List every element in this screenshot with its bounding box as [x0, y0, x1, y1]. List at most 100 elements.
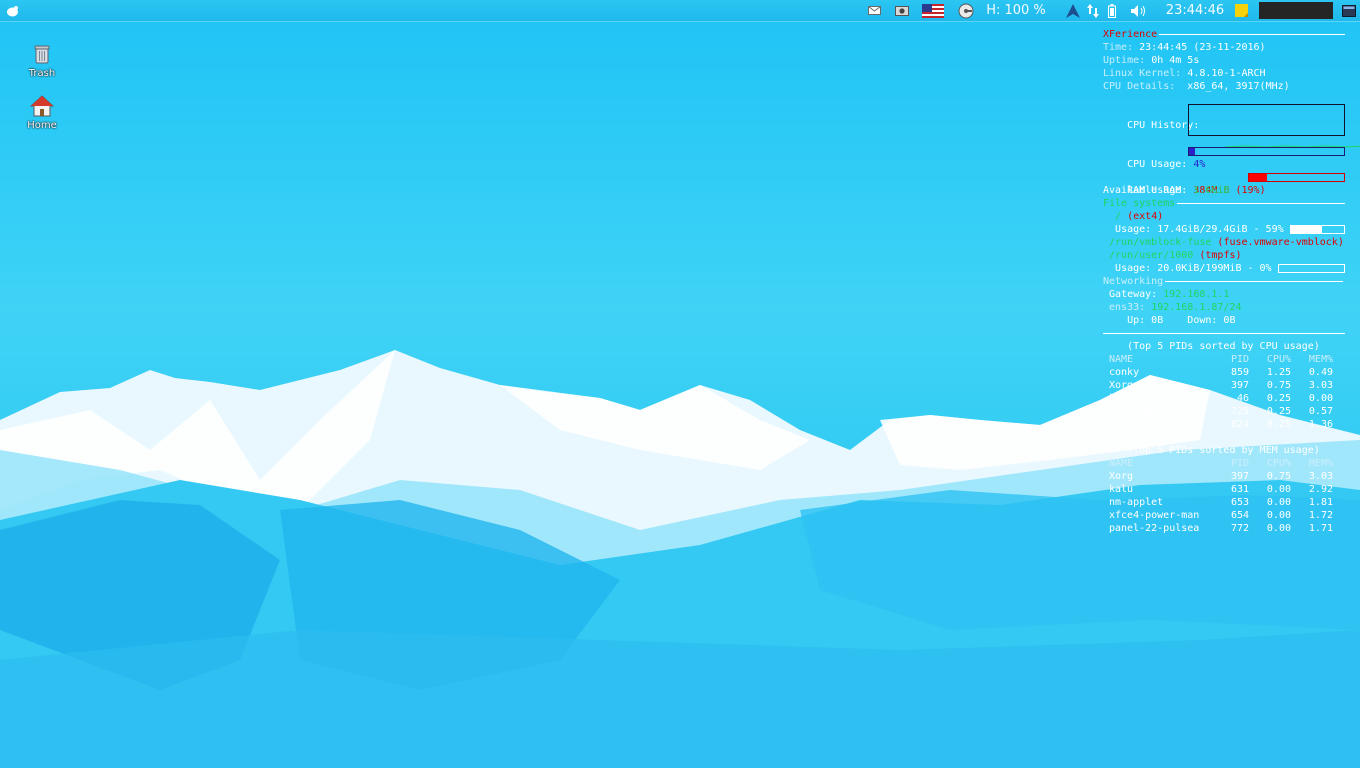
proc-cpu: 1.25 — [1266, 367, 1291, 378]
desktop-icon-home[interactable]: Home — [18, 94, 66, 131]
proc-pid: 725 — [1230, 406, 1249, 417]
proc-pid: 654 — [1230, 510, 1249, 521]
fs-root-usage-row: Usage: 17.4GiB/29.4GiB - 59% — [1103, 223, 1345, 236]
whisker-menu-button[interactable] — [4, 2, 20, 19]
proc-name: kworker — [1109, 393, 1152, 404]
cpu-usage-fill — [1189, 148, 1196, 155]
battery-icon[interactable] — [1105, 2, 1119, 19]
top-cpu-title-row: (Top 5 PIDs sorted by CPU usage) — [1103, 340, 1345, 353]
process-row: conky 859 1.25 0.49 — [1103, 366, 1345, 379]
fs-tmp-mount: /run/user/1000 — [1109, 250, 1194, 261]
keyboard-layout-flag-icon[interactable] — [921, 2, 945, 19]
kernel-value: 4.8.10-1-ARCH — [1187, 68, 1266, 79]
proc-cpu: 0.25 — [1266, 393, 1291, 404]
process-row: kalu 631 0.00 2.92 — [1103, 483, 1345, 496]
hdd-usage-text[interactable]: H: 100 % — [985, 2, 1047, 19]
network-icon[interactable] — [1085, 2, 1101, 19]
col-pid: PID — [1230, 458, 1249, 469]
avail-ram-label: Available RAM: — [1103, 185, 1188, 196]
notes-icon[interactable] — [1234, 2, 1248, 19]
conky-monitor: XFerience Time: 23:44:45 (23-11-2016) Up… — [1103, 28, 1360, 535]
workspace-switcher[interactable] — [1259, 2, 1333, 19]
show-desktop-icon[interactable] — [1341, 2, 1357, 19]
top-cpu-list: conky 859 1.25 0.49 Xorg 397 0.75 3.03 kworker 46… — [1103, 366, 1345, 431]
fs-root-fill — [1291, 226, 1323, 233]
ram-usage-bar — [1248, 173, 1345, 182]
fs-root-mount: / — [1115, 211, 1122, 222]
process-row: vmtoolsd 824 0.25 1.36 — [1103, 418, 1345, 431]
proc-cpu: 0.00 — [1266, 497, 1291, 508]
mail-icon[interactable] — [866, 2, 882, 19]
divider — [1177, 202, 1346, 204]
screenshot-icon[interactable] — [894, 2, 910, 19]
proc-cpu: 0.00 — [1266, 523, 1291, 534]
conky-title-row: XFerience — [1103, 28, 1346, 41]
fs-root-row: / (ext4) — [1103, 210, 1345, 223]
cpu-usage-bar — [1188, 147, 1345, 156]
uptime-row: Uptime: 0h 4m 5s — [1103, 54, 1345, 67]
col-cpu: CPU% — [1266, 458, 1291, 469]
top-cpu-header: NAME PID CPU% MEM% — [1103, 353, 1345, 366]
cpu-usage-label: CPU Usage: — [1127, 159, 1188, 170]
top-mem-header: NAME PID CPU% MEM% — [1103, 457, 1345, 470]
net-updown: Up: 0B Down: 0B — [1127, 315, 1236, 326]
fs-vm-row: /run/vmblock-fuse (fuse.vmware-vmblock) — [1103, 236, 1345, 249]
divider-row — [1103, 327, 1345, 340]
avail-ram-row: Available RAM: 1.6GiB — [1103, 184, 1345, 197]
fs-tmp-usage: Usage: 20.0KiB/199MiB - 0% — [1115, 263, 1272, 274]
ram-usage-fill — [1249, 174, 1268, 181]
cpu-usage-value: 4% — [1193, 159, 1206, 170]
col-cpu: CPU% — [1266, 354, 1291, 365]
col-mem: MEM% — [1308, 458, 1333, 469]
iface-label: ens33: — [1109, 302, 1146, 313]
proc-cpu: 0.25 — [1266, 419, 1291, 430]
kernel-row: Linux Kernel: 4.8.10-1-ARCH — [1103, 67, 1345, 80]
proc-name: nm-applet — [1109, 497, 1164, 508]
desktop-icon-trash[interactable]: Trash — [18, 42, 66, 79]
fs-tmp-type: (tmpfs) — [1199, 250, 1242, 261]
divider — [1165, 280, 1344, 282]
cpu-usage-row: CPU Usage: 4% — [1103, 145, 1345, 170]
process-row: Xorg 397 0.75 3.03 — [1103, 470, 1345, 483]
arch-update-icon[interactable] — [1065, 2, 1081, 19]
proc-name: Xorg — [1109, 380, 1134, 391]
uptime-value: 0h 4m 5s — [1151, 55, 1200, 66]
proc-cpu: 0.75 — [1266, 471, 1291, 482]
proc-mem: 1.72 — [1308, 510, 1333, 521]
proc-name: Xorg — [1109, 471, 1134, 482]
gateway-label: Gateway: — [1109, 289, 1158, 300]
proc-mem: 1.71 — [1308, 523, 1333, 534]
fs-root-usage: Usage: 17.4GiB/29.4GiB - 59% — [1115, 224, 1284, 235]
time-value: 23:44:45 (23-11-2016) — [1139, 42, 1266, 53]
process-row: panel-22-pulsea 772 0.00 1.71 — [1103, 522, 1345, 535]
kernel-label: Linux Kernel: — [1103, 68, 1182, 79]
home-icon — [30, 95, 54, 117]
time-label: Time: — [1103, 42, 1134, 53]
proc-name: kalu — [1109, 484, 1134, 495]
proc-pid: 824 — [1230, 419, 1249, 430]
proc-name: panel-22-pulsea — [1109, 523, 1200, 534]
top-panel: H: 100 % 23:44:46 — [0, 0, 1360, 22]
net-header-row: Networking — [1103, 275, 1345, 288]
time-row: Time: 23:44:45 (23-11-2016) — [1103, 41, 1345, 54]
proc-cpu: 0.00 — [1266, 484, 1291, 495]
trash-icon — [34, 45, 50, 64]
proc-name: conky — [1109, 367, 1140, 378]
volume-icon[interactable] — [1130, 2, 1148, 19]
divider — [1159, 33, 1346, 35]
cpu-history-row: CPU History: — [1103, 104, 1360, 148]
proc-mem: 1.81 — [1308, 497, 1333, 508]
panel-clock[interactable]: 23:44:46 — [1162, 2, 1228, 19]
cpu-history-graph — [1188, 104, 1360, 148]
process-row: tearing 725 0.25 0.57 — [1103, 405, 1345, 418]
proc-cpu: 0.25 — [1266, 406, 1291, 417]
process-row: Xorg 397 0.75 3.03 — [1103, 379, 1345, 392]
col-name: NAME — [1109, 458, 1134, 469]
hdd-temp-icon[interactable] — [957, 2, 975, 19]
cpu-details-value: x86_64, 3917(MHz) — [1187, 81, 1290, 92]
iface-value: 192.168.1.87/24 — [1151, 302, 1242, 313]
proc-name: vmtoolsd — [1109, 419, 1158, 430]
top-mem-title-row: (Top 5 PIDs sorted by MEM usage) — [1103, 444, 1345, 457]
top-cpu-title: (Top 5 PIDs sorted by CPU usage) — [1127, 341, 1320, 352]
proc-mem: 2.92 — [1308, 484, 1333, 495]
